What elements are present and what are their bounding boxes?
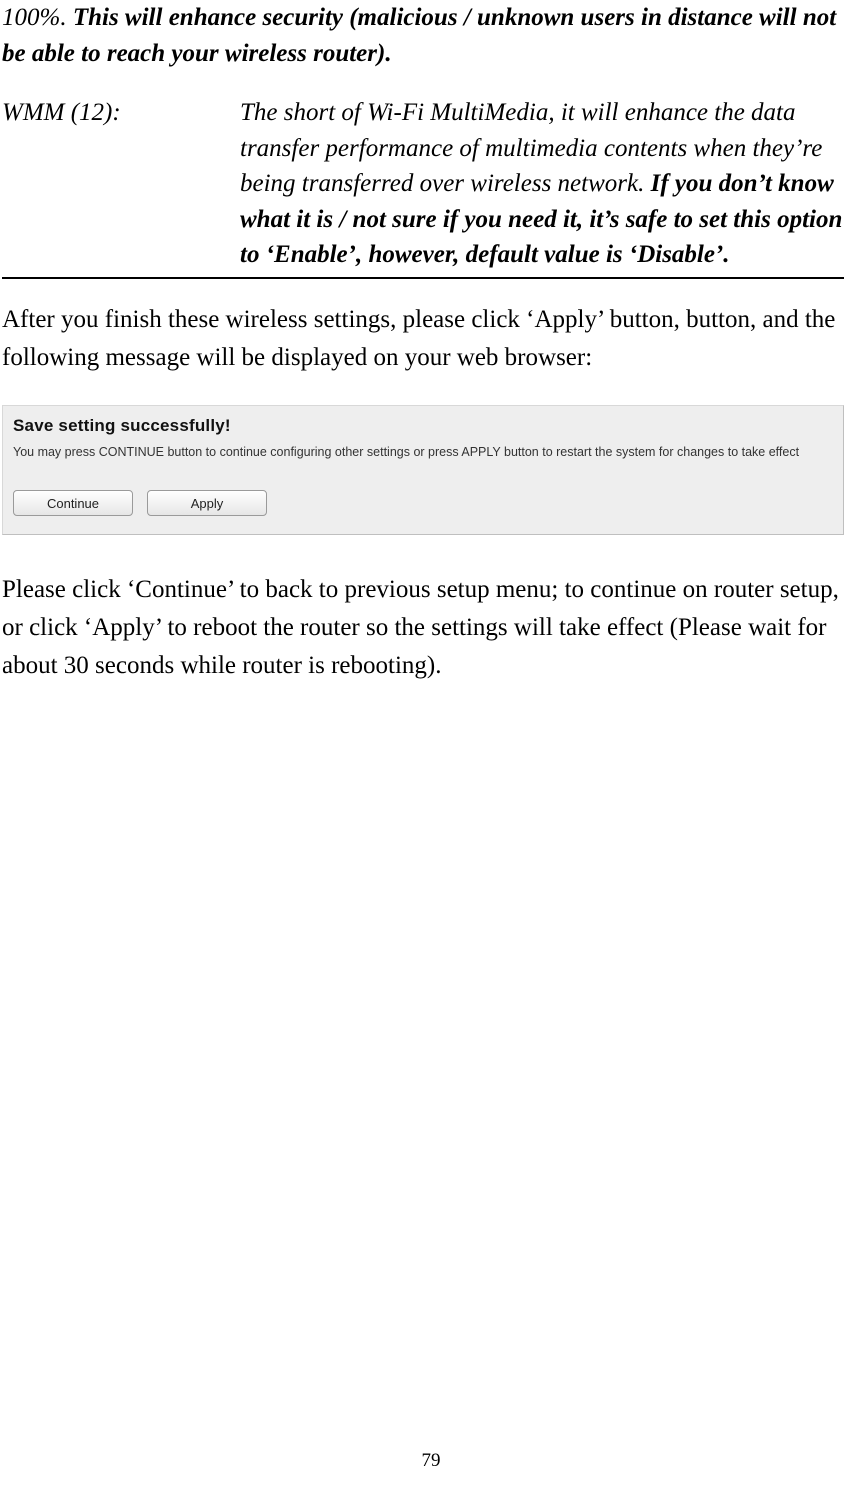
def-row2-label: WMM (12): (2, 99, 121, 126)
dialog-message: You may press CONTINUE button to continu… (13, 444, 833, 461)
apply-button[interactable]: Apply (147, 490, 267, 516)
continue-button[interactable]: Continue (13, 490, 133, 516)
definitions-table: 100%. This will enhance security (malici… (2, 0, 844, 273)
section-divider (2, 277, 844, 279)
def-row1-normal: 100%. (2, 4, 73, 31)
dialog-button-row: Continue Apply (13, 490, 833, 516)
dialog-title: Save setting successfully! (13, 416, 833, 436)
paragraph-after-table: After you finish these wireless settings… (2, 301, 844, 377)
save-dialog: Save setting successfully! You may press… (2, 405, 844, 536)
def-row1-bold: This will enhance security (malicious / … (2, 4, 836, 67)
page-number: 79 (0, 1450, 862, 1472)
paragraph-after-dialog: Please click ‘Continue’ to back to previ… (2, 571, 844, 685)
